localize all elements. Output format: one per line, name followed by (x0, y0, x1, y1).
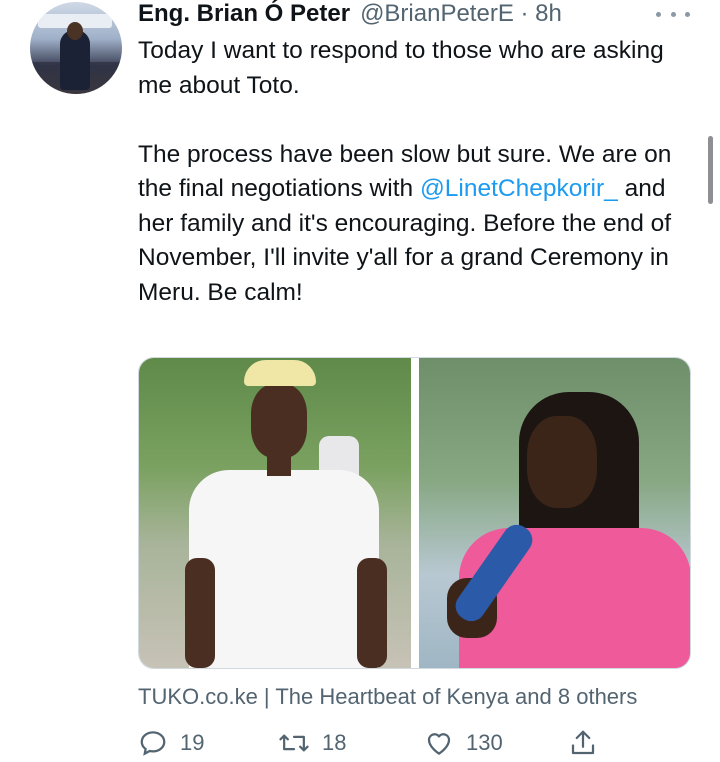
like-button[interactable]: 130 (424, 728, 503, 758)
author-handle[interactable]: @BrianPeterE · 8h (360, 0, 562, 28)
tweet-text: Today I want to respond to those who are… (138, 34, 698, 310)
like-count: 130 (466, 730, 503, 755)
media-attribution[interactable]: TUKO.co.ke | The Heartbeat of Kenya and … (138, 684, 637, 710)
author-name[interactable]: Eng. Brian Ó Peter (138, 0, 350, 28)
like-icon (424, 728, 454, 758)
tweet-header: Eng. Brian Ó Peter @BrianPeterE · 8h (138, 0, 562, 30)
photo-woman[interactable] (419, 358, 690, 668)
reply-icon (138, 728, 168, 758)
avatar-head (67, 22, 83, 40)
tweet-media[interactable] (138, 357, 691, 669)
media-divider (411, 358, 419, 668)
retweet-button[interactable]: 18 (278, 728, 346, 758)
retweet-count: 18 (322, 730, 347, 755)
more-icon[interactable] (656, 6, 690, 22)
retweet-icon (278, 728, 310, 758)
action-bar: 19 18 130 (138, 728, 598, 762)
reply-count: 19 (180, 730, 205, 755)
mention-link[interactable]: @LinetChepkorir_ (420, 175, 618, 202)
author-avatar[interactable] (30, 2, 122, 94)
photo-man[interactable] (139, 358, 411, 668)
tweet-text-paragraph-1: Today I want to respond to those who are… (138, 37, 664, 99)
scrollbar[interactable] (708, 136, 713, 204)
share-icon (568, 728, 598, 758)
share-button[interactable] (568, 728, 598, 758)
reply-button[interactable]: 19 (138, 728, 204, 758)
